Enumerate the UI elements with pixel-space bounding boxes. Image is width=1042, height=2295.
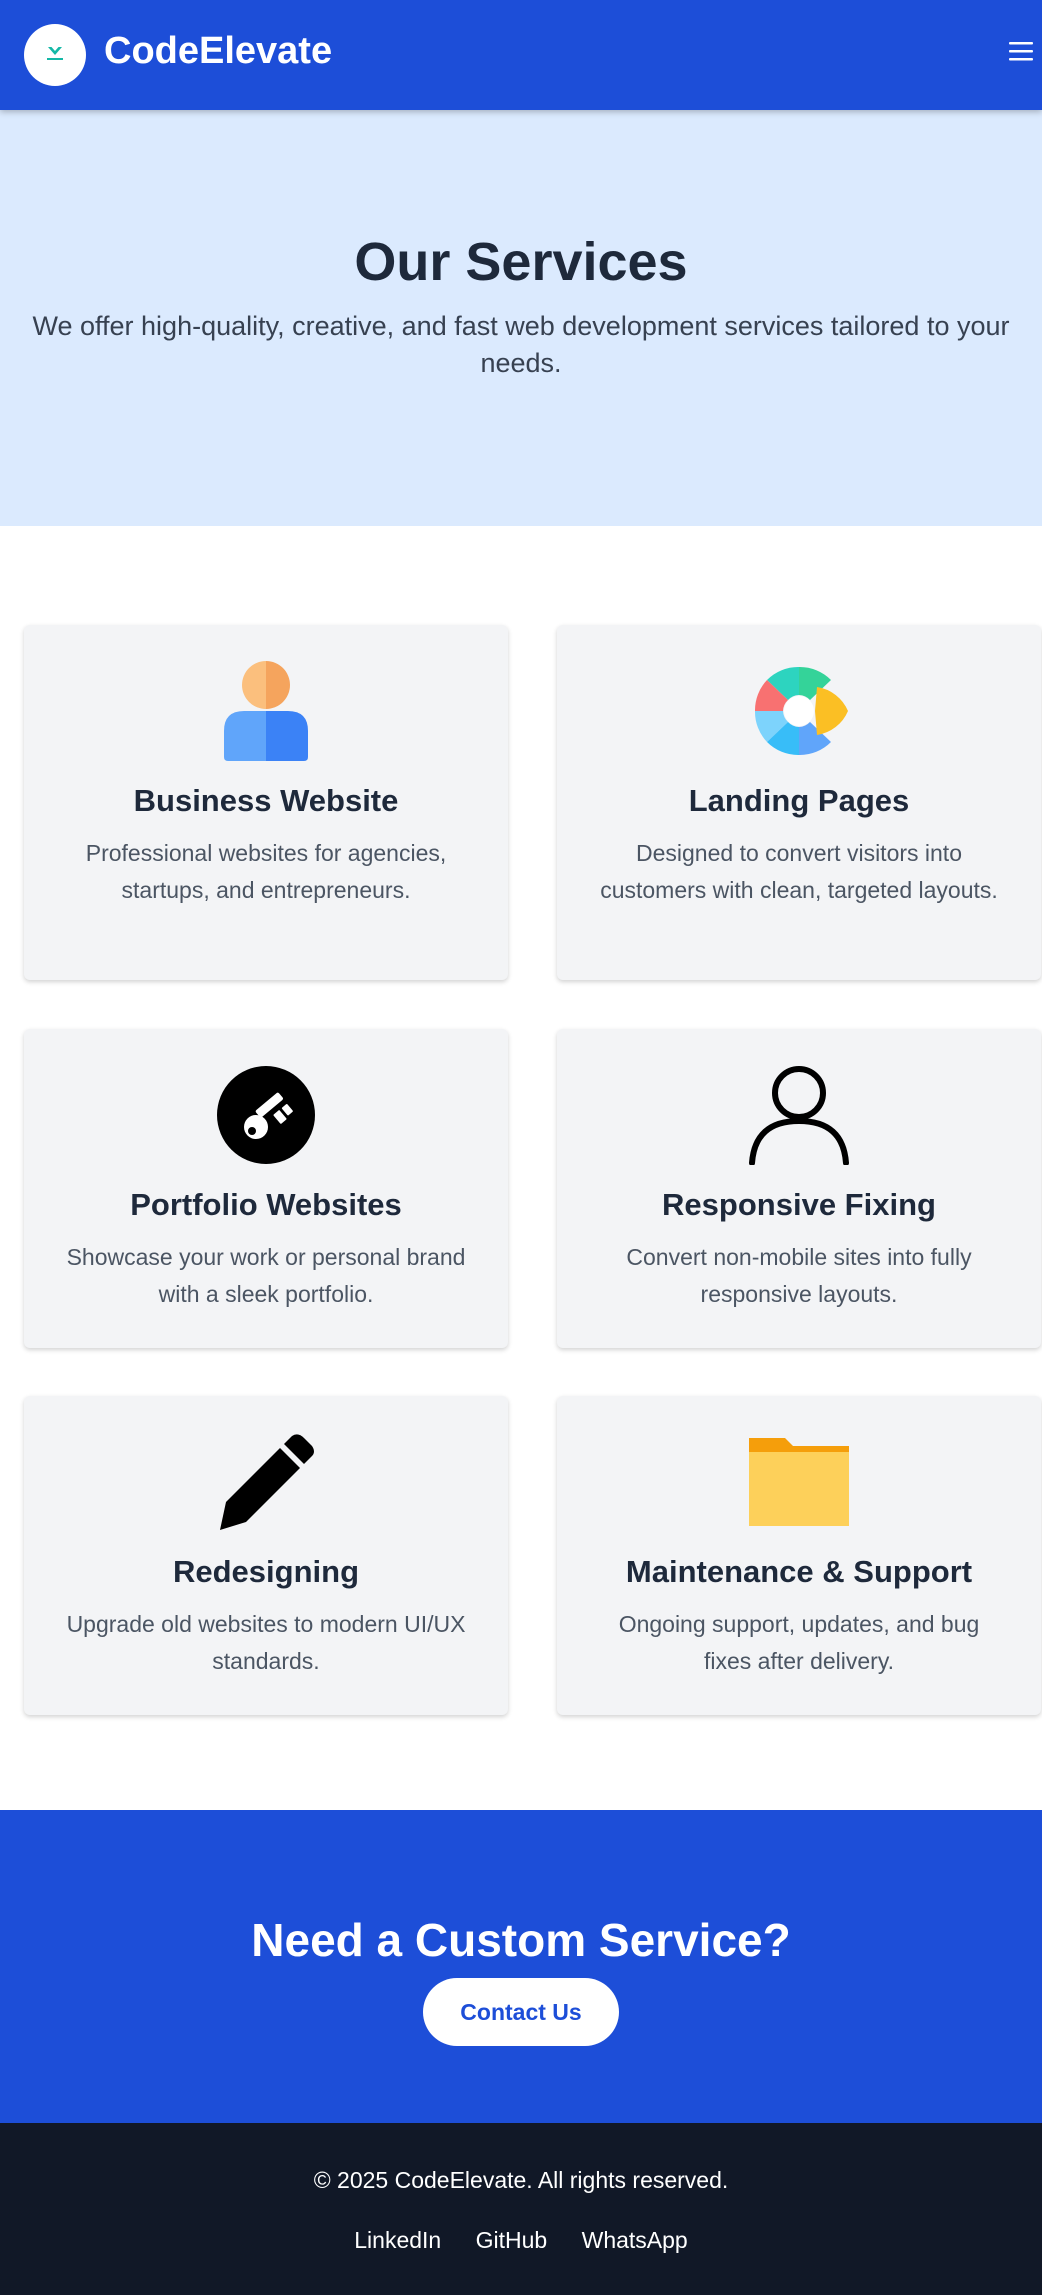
service-title: Portfolio Websites <box>130 1187 402 1222</box>
service-title: Redesigning <box>172 1554 359 1589</box>
hamburger-menu-icon[interactable] <box>1006 36 1036 66</box>
page-title: Our Services <box>354 232 688 292</box>
brand-name[interactable]: CodeElevate <box>104 30 332 73</box>
hero-section: Our Services We offer high-quality, crea… <box>0 110 1042 526</box>
service-description: Convert non-mobile sites into fully resp… <box>626 1244 972 1307</box>
service-description: Upgrade old websites to modern UI/UX sta… <box>66 1611 466 1674</box>
service-title: Landing Pages <box>688 783 910 818</box>
service-card-maintenance-support: Maintenance & Support Ongoing support, u… <box>557 1396 1041 1715</box>
copyright-text: © 2025 CodeElevate. All rights reserved. <box>313 2167 729 2193</box>
service-title: Maintenance & Support <box>625 1554 973 1589</box>
cta-title: Need a Custom Service? <box>251 1914 791 1966</box>
key-icon <box>216 1065 316 1165</box>
logo[interactable] <box>24 24 86 86</box>
service-card-business-website: Business Website Professional websites f… <box>24 625 508 980</box>
donut-chart-icon <box>749 661 849 761</box>
service-description: Showcase your work or personal brand wit… <box>66 1244 466 1307</box>
contact-us-button[interactable]: Contact Us <box>423 1978 619 2046</box>
service-description: Professional websites for agencies, star… <box>85 840 447 903</box>
service-title: Business Website <box>133 783 399 818</box>
folder-icon <box>749 1432 849 1532</box>
pencil-icon <box>216 1432 316 1532</box>
cta-section: Need a Custom Service? Contact Us <box>0 1810 1042 2123</box>
service-card-landing-pages: Landing Pages Designed to convert visito… <box>557 625 1041 980</box>
footer-link-whatsapp[interactable]: WhatsApp <box>582 2227 688 2253</box>
user-outline-icon <box>749 1065 849 1166</box>
footer: © 2025 CodeElevate. All rights reserved.… <box>0 2123 1042 2295</box>
service-description: Designed to convert visitors into custom… <box>600 840 998 903</box>
footer-link-github[interactable]: GitHub <box>476 2227 548 2253</box>
service-description: Ongoing support, updates, and bug fixes … <box>618 1611 980 1674</box>
logo-icon <box>47 47 63 60</box>
service-card-redesigning: Redesigning Upgrade old websites to mode… <box>24 1396 508 1715</box>
footer-links: LinkedIn GitHub WhatsApp <box>0 2225 1042 2255</box>
services-grid: Business Website Professional websites f… <box>0 526 1042 1810</box>
service-card-portfolio-websites: Portfolio Websites Showcase your work or… <box>24 1029 508 1348</box>
navbar: CodeElevate <box>0 0 1042 110</box>
service-card-responsive-fixing: Responsive Fixing Convert non-mobile sit… <box>557 1029 1041 1348</box>
user-avatar-icon <box>216 661 316 761</box>
hero-subtitle: We offer high-quality, creative, and fas… <box>32 311 1010 378</box>
footer-link-linkedin[interactable]: LinkedIn <box>354 2227 441 2253</box>
service-title: Responsive Fixing <box>662 1187 936 1222</box>
